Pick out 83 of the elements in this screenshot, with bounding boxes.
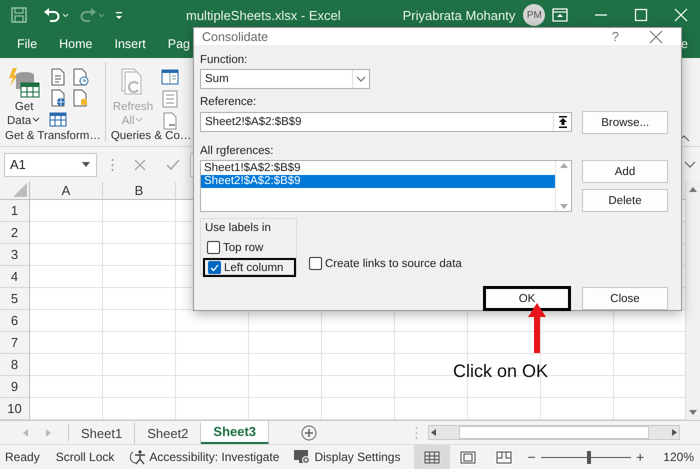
collapse-dialog-icon[interactable] — [558, 116, 568, 128]
normal-view-button[interactable] — [414, 445, 450, 469]
close-icon[interactable] — [649, 30, 663, 44]
undo-icon[interactable] — [42, 6, 70, 24]
document-icon[interactable] — [49, 68, 68, 86]
add-button[interactable]: Add — [582, 160, 668, 183]
ribbon-tab[interactable]: File — [17, 37, 38, 51]
scroll-thumb[interactable] — [459, 426, 650, 439]
monitor-gear-icon[interactable] — [293, 449, 312, 465]
caret-icon[interactable] — [31, 116, 42, 124]
row-header[interactable]: 4 — [0, 266, 30, 288]
ribbon-display-icon[interactable] — [552, 8, 568, 22]
add-sheet-icon[interactable] — [301, 424, 318, 440]
row-header[interactable]: 10 — [0, 398, 30, 420]
ok-button[interactable]: OK — [484, 287, 570, 310]
drag-handle-icon — [111, 158, 114, 172]
delete-button[interactable]: Delete — [582, 189, 668, 212]
function-dropdown[interactable]: Sum — [200, 69, 370, 89]
field-label: All rgferences: — [200, 144, 275, 158]
status-text: Ready — [5, 450, 40, 464]
status-button[interactable]: Display Settings — [314, 450, 400, 464]
accessibility-icon[interactable] — [130, 449, 146, 465]
annotation-text: Click on OK — [453, 361, 548, 382]
database-table-icon[interactable] — [7, 66, 42, 100]
field-label: Function: — [200, 53, 248, 67]
field-label: Reference: — [200, 95, 258, 109]
row-header[interactable]: 1 — [0, 200, 30, 222]
status-text: Scroll Lock — [56, 450, 114, 464]
normal-view-icon — [424, 450, 440, 464]
reference-item[interactable]: Sheet2!$A$2:$B$9 — [201, 175, 555, 188]
page-break-icon — [496, 450, 512, 464]
table-icon[interactable] — [49, 110, 68, 128]
user-name: Priyabrata Mohanty — [402, 8, 516, 22]
group-label: Queries & Co… — [110, 130, 192, 144]
checkmark-icon — [210, 264, 219, 272]
list-icon[interactable] — [161, 90, 180, 108]
properties-icon[interactable] — [161, 68, 180, 86]
scroll-down-icon[interactable] — [689, 410, 697, 416]
link-document-icon[interactable] — [161, 112, 180, 130]
row-header[interactable]: 2 — [0, 222, 30, 244]
checkbox[interactable]: Left column — [203, 258, 296, 277]
close-button[interactable]: Close — [582, 287, 668, 310]
expand-formula-bar-icon[interactable] — [684, 160, 696, 168]
ribbon-tab[interactable]: Pag — [168, 37, 190, 51]
sheet-tab[interactable]: Sheet3 — [201, 421, 270, 444]
status-button[interactable]: Accessibility: Investigate — [149, 450, 280, 464]
row-header[interactable]: 7 — [0, 332, 30, 354]
zoom-level[interactable]: 120% — [663, 450, 694, 464]
drag-handle-icon — [415, 426, 418, 440]
checkbox[interactable]: Top row — [205, 240, 296, 255]
row-header[interactable]: 6 — [0, 310, 30, 332]
ribbon-tab[interactable]: Insert — [114, 37, 146, 51]
reference-item[interactable]: Sheet1!$A$2:$B$9 — [201, 162, 555, 175]
row-header[interactable]: 3 — [0, 244, 30, 266]
group-label: Get & Transform… — [5, 130, 101, 144]
column-header[interactable]: B — [103, 182, 176, 200]
name-box[interactable]: A1 — [4, 152, 97, 176]
dialog-title: Consolidate — [202, 30, 270, 44]
ribbon-tab[interactable]: Home — [59, 37, 92, 51]
scroll-right-icon[interactable] — [672, 429, 678, 436]
group-label: Use labels in — [205, 221, 272, 235]
checkbox[interactable]: Create links to source data — [307, 256, 464, 271]
browse-button[interactable]: Browse... — [582, 111, 668, 134]
page-layout-icon — [460, 450, 476, 464]
zoom-in-button[interactable]: + — [636, 449, 644, 465]
scroll-up-icon[interactable] — [689, 186, 697, 192]
save-icon[interactable] — [10, 6, 28, 24]
maximize-icon[interactable] — [634, 8, 648, 22]
scroll-left-icon[interactable] — [431, 429, 436, 436]
web-document-icon[interactable] — [49, 89, 68, 107]
user-avatar[interactable]: PM — [523, 4, 546, 26]
column-header[interactable]: A — [30, 182, 103, 200]
get-data-button[interactable]: Get Data — [5, 66, 44, 130]
row-header[interactable]: 9 — [0, 376, 30, 398]
help-button[interactable]: ? — [612, 29, 619, 44]
reference-field[interactable]: Sheet2!$A$2:$B$9 — [200, 112, 572, 132]
chevron-down-icon[interactable] — [356, 76, 366, 82]
zoom-out-button[interactable]: − — [527, 449, 536, 465]
row-header[interactable]: 5 — [0, 288, 30, 310]
row-header[interactable]: 8 — [0, 354, 30, 376]
window-title: multipleSheets.xlsx - Excel — [186, 8, 341, 22]
clock-document-icon[interactable] — [71, 68, 90, 86]
database-document-icon[interactable] — [71, 89, 90, 107]
